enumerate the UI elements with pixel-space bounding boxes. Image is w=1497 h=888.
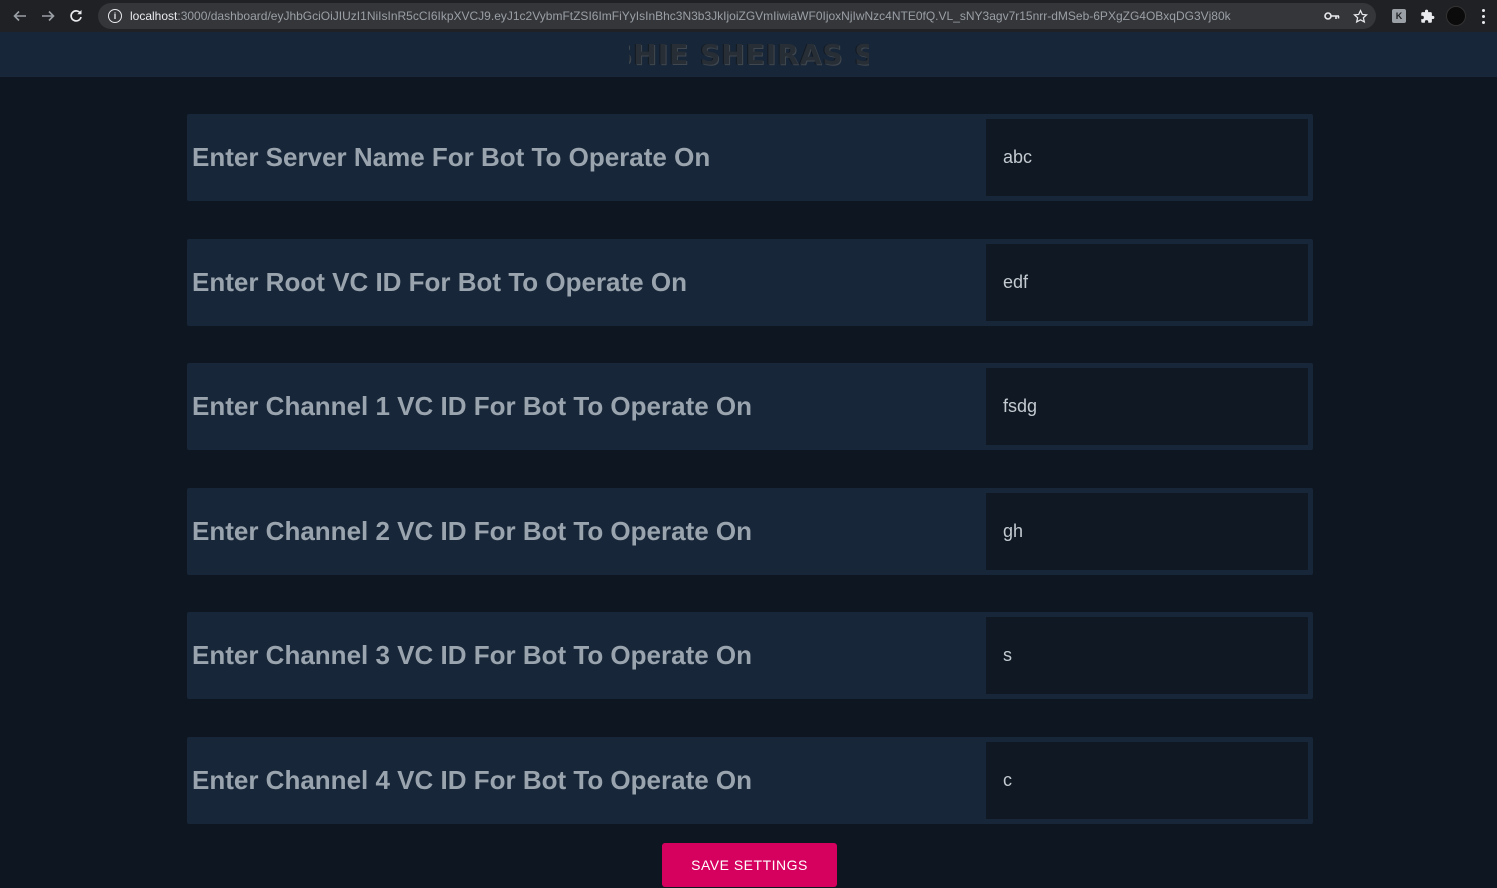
- settings-form: Enter Server Name For Bot To Operate On …: [187, 114, 1313, 861]
- setting-row-channel-1: Enter Channel 1 VC ID For Bot To Operate…: [187, 363, 1313, 450]
- profile-avatar[interactable]: [1446, 6, 1466, 26]
- channel-1-input[interactable]: [986, 368, 1308, 445]
- channel-2-input[interactable]: [986, 492, 1308, 570]
- channel-4-input[interactable]: [986, 741, 1308, 819]
- setting-row-channel-4: Enter Channel 4 VC ID For Bot To Operate…: [187, 736, 1313, 824]
- app-logo: K SHIE SHEIRAS SEK: [629, 38, 869, 71]
- reload-icon[interactable]: [62, 2, 90, 30]
- url-text[interactable]: localhost:3000/dashboard/eyJhbGciOiJIUzI…: [130, 9, 1314, 23]
- star-icon[interactable]: [1352, 8, 1368, 24]
- setting-row-channel-2: Enter Channel 2 VC ID For Bot To Operate…: [187, 487, 1313, 575]
- kebab-menu-icon[interactable]: [1476, 7, 1490, 25]
- server-name-input[interactable]: [986, 119, 1308, 196]
- root-vc-input[interactable]: [986, 243, 1308, 321]
- puzzle-icon[interactable]: [1418, 7, 1436, 25]
- address-bar[interactable]: i localhost:3000/dashboard/eyJhbGciOiJIU…: [98, 3, 1376, 29]
- setting-row-server-name: Enter Server Name For Bot To Operate On: [187, 114, 1313, 201]
- setting-row-root-vc: Enter Root VC ID For Bot To Operate On: [187, 238, 1313, 326]
- extension-icon[interactable]: K: [1390, 7, 1408, 25]
- info-icon[interactable]: i: [108, 9, 122, 23]
- channel-3-input[interactable]: [986, 617, 1308, 694]
- setting-row-channel-3: Enter Channel 3 VC ID For Bot To Operate…: [187, 612, 1313, 699]
- extension-badge: K: [1392, 9, 1406, 23]
- save-settings-button[interactable]: SAVE SETTINGS: [662, 843, 837, 887]
- back-arrow-icon[interactable]: [6, 2, 34, 30]
- key-icon[interactable]: [1324, 8, 1340, 24]
- app-header: K SHIE SHEIRAS SEK: [0, 32, 1497, 77]
- forward-arrow-icon[interactable]: [34, 2, 62, 30]
- save-wrap: SAVE SETTINGS: [662, 843, 837, 887]
- browser-toolbar: i localhost:3000/dashboard/eyJhbGciOiJIU…: [0, 0, 1497, 32]
- url-host: localhost: [130, 9, 178, 23]
- url-path: :3000/dashboard/eyJhbGciOiJIUzI1NiIsInR5…: [177, 9, 1231, 23]
